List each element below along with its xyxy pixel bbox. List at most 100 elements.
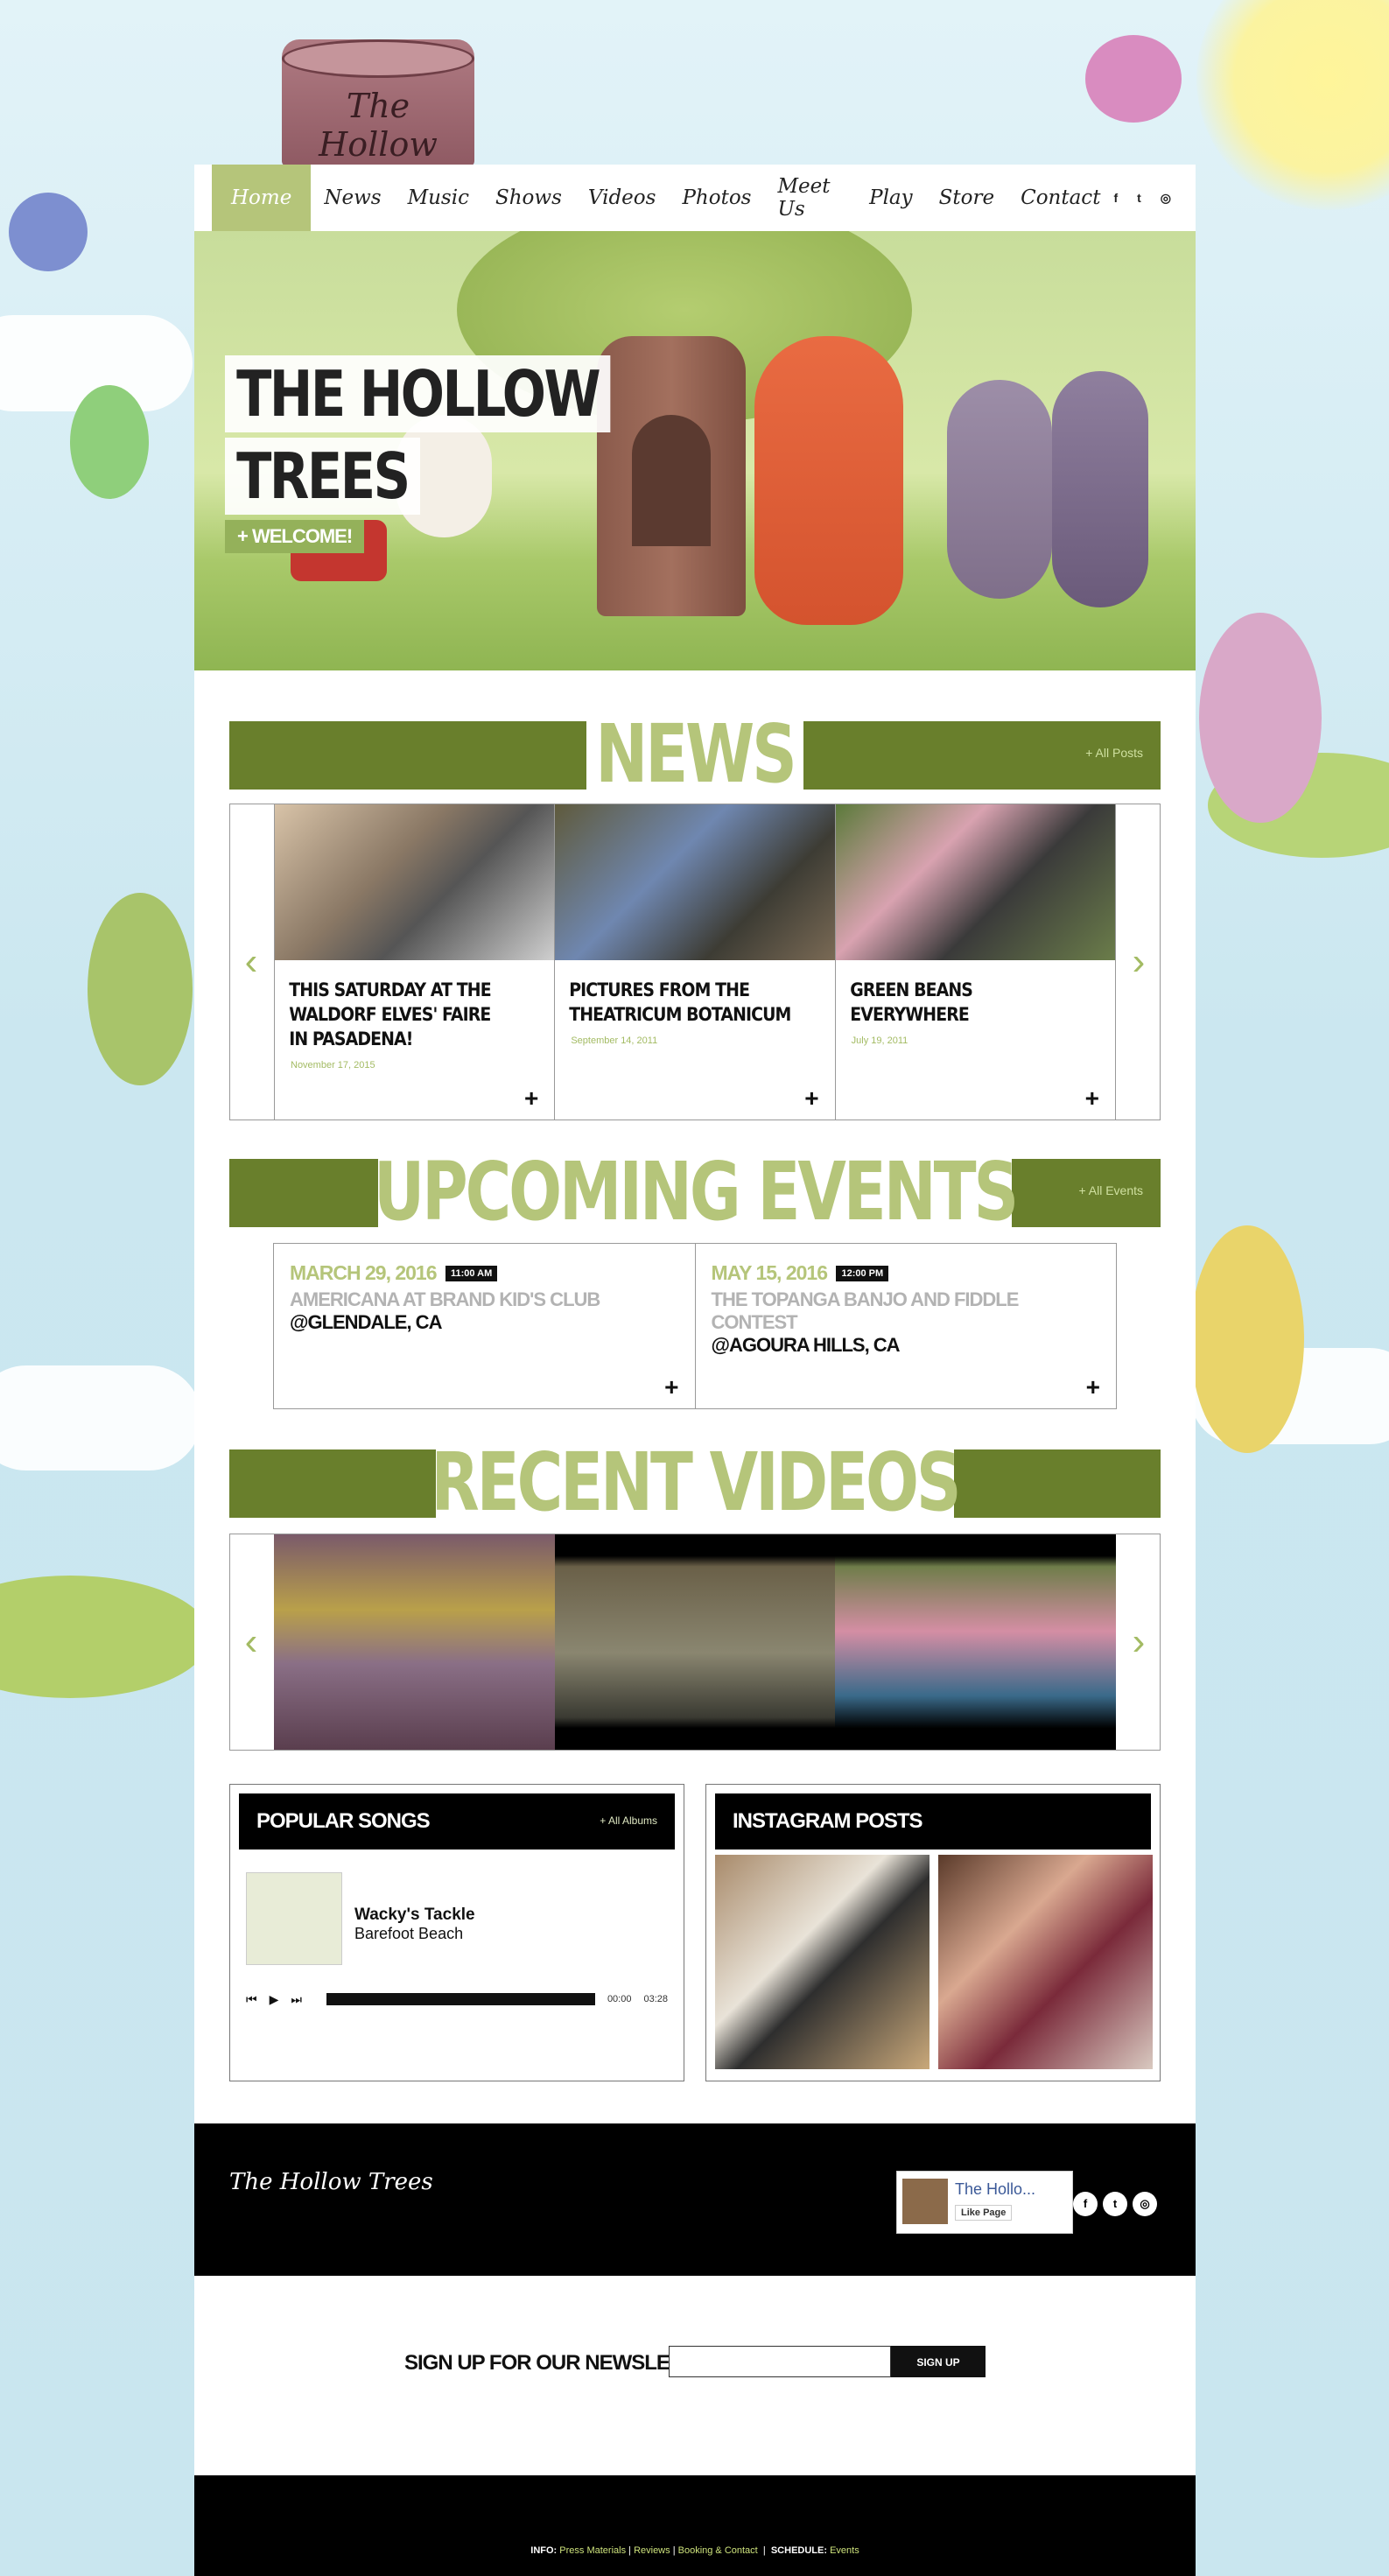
facebook-like-widget[interactable]: The Hollo... Like Page: [896, 2171, 1073, 2234]
page-container: The Hollow Trees Home News Music Shows V…: [194, 0, 1196, 2576]
press-materials-link[interactable]: Press Materials: [559, 2545, 626, 2556]
video-thumbnail[interactable]: [835, 1534, 1117, 1750]
videos-heading: RECENT VIDEOS: [431, 1435, 962, 1529]
play-icon[interactable]: ▶: [270, 1992, 279, 2007]
hero-title-line1: THE HOLLOW: [225, 355, 611, 432]
slider-next-arrow[interactable]: ›: [1118, 941, 1160, 983]
fox-guitar-illustration: [754, 336, 903, 625]
video-thumbnail[interactable]: [274, 1534, 555, 1750]
facebook-page-name[interactable]: The Hollo...: [955, 2180, 1035, 2199]
twitter-icon[interactable]: t: [1137, 191, 1141, 205]
newsletter-email-input[interactable]: [669, 2346, 891, 2377]
elapsed-time: 00:00: [607, 1994, 632, 2004]
possum-illustration: [1199, 613, 1322, 823]
twitter-icon[interactable]: t: [1103, 2192, 1127, 2216]
progress-bar[interactable]: [326, 1993, 595, 2005]
plus-icon[interactable]: +: [804, 1086, 818, 1111]
event-date: MARCH 29, 2016: [290, 1261, 438, 1284]
news-header: NEWS + All Posts: [229, 707, 1161, 801]
song-album: Barefoot Beach: [354, 1925, 464, 1942]
nav-item-music[interactable]: Music: [395, 165, 482, 231]
event-item[interactable]: MARCH 29, 2016 11:00 AM AMERICANA AT BRA…: [274, 1244, 695, 1408]
next-track-icon[interactable]: ⏭: [291, 1992, 302, 2007]
event-time-badge: 12:00 PM: [836, 1266, 889, 1281]
stump-logo[interactable]: The Hollow Trees: [282, 39, 474, 202]
nav-item-videos[interactable]: Videos: [575, 165, 670, 231]
instagram-icon[interactable]: ◎: [1133, 2192, 1157, 2216]
nav-item-play[interactable]: Play: [856, 165, 926, 231]
reviews-link[interactable]: Reviews: [634, 2545, 670, 2556]
instagram-photo[interactable]: [715, 1855, 930, 2069]
main-nav: Home News Music Shows Videos Photos Meet…: [194, 165, 1196, 231]
track-duration: 03:28: [643, 1994, 668, 2004]
nav-social-links: f t ◎: [1113, 165, 1196, 231]
instagram-icon[interactable]: ◎: [1161, 191, 1171, 206]
events-link[interactable]: Events: [830, 2545, 859, 2556]
news-card[interactable]: GREEN BEANS EVERYWHERE July 19, 2011 +: [834, 804, 1116, 1120]
news-title[interactable]: PICTURES FROM THE THEATRICUM BOTANICUM: [555, 960, 806, 1027]
nav-item-news[interactable]: News: [311, 165, 394, 231]
events-list: MARCH 29, 2016 11:00 AM AMERICANA AT BRA…: [273, 1243, 1117, 1409]
slider-prev-arrow[interactable]: ‹: [230, 1621, 272, 1663]
duck-illustration: [88, 893, 193, 1085]
all-albums-link[interactable]: + All Albums: [600, 1814, 657, 1827]
welcome-button[interactable]: + WELCOME!: [225, 520, 365, 553]
videos-slider: ‹ ›: [229, 1534, 1161, 1751]
green-bird-illustration: [70, 385, 149, 499]
plus-icon[interactable]: +: [1086, 1375, 1100, 1400]
footer-logo[interactable]: The Hollow Trees: [229, 2169, 433, 2195]
hero-banner: THE HOLLOW TREES + WELCOME!: [194, 231, 1196, 670]
facebook-icon[interactable]: f: [1073, 2192, 1098, 2216]
news-title[interactable]: GREEN BEANS EVERYWHERE: [836, 960, 1087, 1027]
event-name[interactable]: AMERICANA AT BRAND KID'S CLUB: [290, 1288, 679, 1311]
news-heading: NEWS: [595, 707, 797, 801]
news-photo: [555, 804, 835, 960]
hill-illustration: [0, 1576, 210, 1698]
info-label: INFO:: [530, 2545, 558, 2556]
facebook-like-button[interactable]: Like Page: [955, 2205, 1013, 2221]
all-events-link[interactable]: + All Events: [1078, 1183, 1143, 1197]
duck-illustration: [1190, 1225, 1304, 1453]
nav-item-meet-us[interactable]: Meet Us: [764, 165, 856, 231]
nav-item-contact[interactable]: Contact: [1007, 165, 1113, 231]
event-name[interactable]: THE TOPANGA BANJO AND FIDDLE CONTEST: [712, 1288, 1101, 1334]
cat-harmonica-illustration: [1052, 371, 1148, 607]
previous-track-icon[interactable]: ⏮: [246, 1992, 257, 2007]
sun-illustration: [1196, 0, 1389, 210]
event-item[interactable]: MAY 15, 2016 12:00 PM THE TOPANGA BANJO …: [694, 1244, 1117, 1408]
song-title[interactable]: Wacky's Tackle: [354, 1906, 475, 1925]
facebook-icon[interactable]: f: [1113, 191, 1118, 205]
newsletter-section: SIGN UP FOR OUR NEWSLETTER SIGN UP: [194, 2276, 1196, 2475]
booking-contact-link[interactable]: Booking & Contact: [678, 2545, 758, 2556]
news-photo: [275, 804, 555, 960]
hero-title-line2: TREES: [225, 438, 420, 515]
instagram-panel: INSTAGRAM POSTS: [705, 1784, 1161, 2081]
hero-title: THE HOLLOW TREES: [225, 355, 695, 520]
plus-icon[interactable]: +: [524, 1086, 538, 1111]
footer: The Hollow Trees The Hollo... Like Page …: [194, 2123, 1196, 2276]
video-thumbnail[interactable]: [554, 1534, 836, 1750]
news-photo: [835, 804, 1115, 960]
plus-icon[interactable]: +: [1085, 1086, 1099, 1111]
sign-up-button[interactable]: SIGN UP: [891, 2346, 986, 2377]
schedule-label: SCHEDULE:: [770, 2545, 828, 2556]
nav-item-photos[interactable]: Photos: [669, 165, 764, 231]
nav-item-store[interactable]: Store: [926, 165, 1007, 231]
slider-prev-arrow[interactable]: ‹: [230, 941, 272, 983]
plus-icon[interactable]: +: [664, 1375, 678, 1400]
instagram-photo[interactable]: [938, 1855, 1153, 2069]
all-posts-link[interactable]: + All Posts: [1085, 746, 1143, 760]
album-art: [246, 1872, 342, 1965]
news-date: November 17, 2015: [291, 1060, 375, 1070]
slider-next-arrow[interactable]: ›: [1118, 1621, 1160, 1663]
blue-bird-illustration: [9, 193, 88, 271]
bottom-bar: INFO: Press Materials | Reviews | Bookin…: [194, 2475, 1196, 2576]
news-card[interactable]: PICTURES FROM THE THEATRICUM BOTANICUM S…: [554, 804, 835, 1120]
cloud-illustration: [0, 1365, 201, 1470]
news-title[interactable]: THIS SATURDAY AT THE WALDORF ELVES' FAIR…: [275, 960, 526, 1051]
news-card[interactable]: THIS SATURDAY AT THE WALDORF ELVES' FAIR…: [274, 804, 555, 1120]
nav-item-home[interactable]: Home: [212, 165, 312, 231]
nav-item-shows[interactable]: Shows: [482, 165, 575, 231]
events-header: UPCOMING EVENTS + All Events: [229, 1145, 1161, 1239]
videos-header: RECENT VIDEOS: [229, 1435, 1161, 1529]
